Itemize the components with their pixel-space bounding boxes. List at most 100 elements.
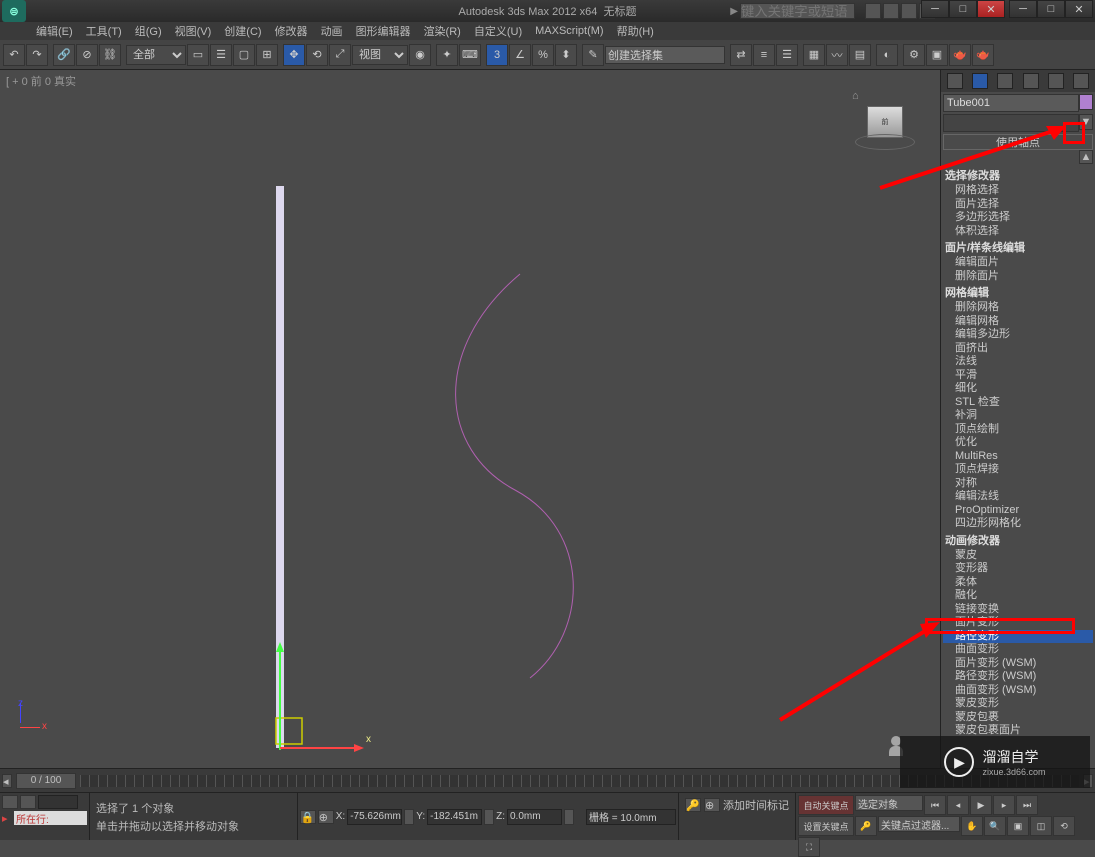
setkey-button[interactable]: 设置关键点 [798,816,854,836]
render-prod-icon[interactable]: 🫖 [949,44,971,66]
menu-customize[interactable]: 自定义(U) [468,23,528,39]
key-mode-icon[interactable]: 🔑 [855,816,877,836]
play-start-icon[interactable]: ⏮ [924,795,946,815]
modifier-item[interactable]: 链接变换 [943,603,1093,617]
select-object-icon[interactable]: ▭ [187,44,209,66]
menu-create[interactable]: 创建(C) [218,23,267,39]
coord-y-spinner[interactable] [484,809,494,825]
menu-maxscript[interactable]: MAXScript(M) [529,23,609,39]
angle-snap-icon[interactable]: ∠ [509,44,531,66]
viewcube-home-icon[interactable]: ⌂ [852,90,866,104]
modifier-item[interactable]: 顶点绘制 [943,423,1093,437]
modifier-item[interactable]: ProOptimizer [943,504,1093,518]
play-prev-icon[interactable]: ◂ [947,795,969,815]
select-region-icon[interactable]: ▢ [233,44,255,66]
keyboard-shortcut-icon[interactable]: ⌨ [459,44,481,66]
modifier-item[interactable]: 编辑网格 [943,315,1093,329]
inner-minimize-button[interactable]: ─ [1009,0,1037,18]
menu-tools[interactable]: 工具(T) [80,23,128,39]
mirror-icon[interactable]: ⇄ [730,44,752,66]
modifier-item[interactable]: 融化 [943,589,1093,603]
modifier-item[interactable]: 优化 [943,436,1093,450]
nav-zoom-icon[interactable]: 🔍 [984,816,1006,836]
tab-create[interactable] [947,73,963,89]
modifier-item[interactable]: 蒙皮 [943,549,1093,563]
select-by-name-icon[interactable]: ☰ [210,44,232,66]
modifier-item[interactable]: 路径变形 [943,630,1093,644]
modifier-item[interactable]: 平滑 [943,369,1093,383]
star-icon[interactable] [883,3,899,19]
modifier-item[interactable]: 路径变形 (WSM) [943,670,1093,684]
coord-z-value[interactable]: 0.0mm [507,809,562,825]
menu-rendering[interactable]: 渲染(R) [418,23,467,39]
modifier-item[interactable]: STL 检查 [943,396,1093,410]
modifier-item[interactable]: 顶点焊接 [943,463,1093,477]
autokey-button[interactable]: 自动关键点 [798,795,854,815]
link-icon[interactable]: 🔗 [53,44,75,66]
modifier-item[interactable]: 面片选择 [943,198,1093,212]
app-icon[interactable]: ⊜ [2,0,26,22]
play-icon[interactable]: ▶ [970,795,992,815]
modifier-item[interactable]: 多边形选择 [943,211,1093,225]
select-scale-icon[interactable]: ⤢ [329,44,351,66]
layers-icon[interactable]: ☰ [776,44,798,66]
redo-icon[interactable]: ↷ [26,44,48,66]
pivot-center-icon[interactable]: ◉ [409,44,431,66]
modifier-item[interactable]: 编辑面片 [943,256,1093,270]
play-next-icon[interactable]: ▸ [993,795,1015,815]
key-icon[interactable]: 🔑 [685,798,701,812]
modifier-item[interactable]: 面挤出 [943,342,1093,356]
modifier-categories-list[interactable]: 选择修改器网格选择面片选择多边形选择体积选择面片/样条线编辑编辑面片删除面片网格… [943,166,1093,766]
modifier-item[interactable]: 四边形网格化 [943,517,1093,531]
modifier-item[interactable]: 曲面变形 (WSM) [943,684,1093,698]
modifier-item[interactable]: 删除面片 [943,270,1093,284]
edit-named-sel-icon[interactable]: ✎ [582,44,604,66]
tab-utilities[interactable] [1073,73,1089,89]
graphite-icon[interactable]: ▦ [803,44,825,66]
modifier-item[interactable]: 编辑法线 [943,490,1093,504]
named-selection-input[interactable] [605,46,725,64]
menu-modifiers[interactable]: 修改器 [269,23,314,39]
object-color-swatch[interactable] [1079,94,1093,110]
modifier-item[interactable]: 编辑多边形 [943,328,1093,342]
bind-spacewarp-icon[interactable]: ⛓ [99,44,121,66]
modifier-item[interactable]: 变形器 [943,562,1093,576]
select-manipulate-icon[interactable]: ✦ [436,44,458,66]
ref-coord-select[interactable]: 视图 [352,45,408,65]
coord-x-value[interactable]: -75.626mm [347,809,402,825]
nav-max-icon[interactable]: ⛶ [798,837,820,857]
mini-listener[interactable] [38,795,78,809]
coord-z-spinner[interactable] [564,809,574,825]
lock-selection-icon[interactable]: 🔒 [300,810,316,824]
info-icon[interactable] [865,3,881,19]
tab-motion[interactable] [1023,73,1039,89]
inner-restore-button[interactable]: □ [1037,0,1065,18]
menu-animation[interactable]: 动画 [315,23,349,39]
spinner-snap-icon[interactable]: ⬍ [555,44,577,66]
modifier-item[interactable]: 对称 [943,477,1093,491]
minimize-button[interactable]: ─ [921,0,949,18]
key-filter-button[interactable]: 关键点过滤器... [878,816,960,832]
snap-toggle-icon[interactable]: 3 [486,44,508,66]
viewcube[interactable]: ⌂ 前 [850,88,920,158]
viewcube-ring[interactable] [855,134,915,150]
modifier-item[interactable]: 补洞 [943,409,1093,423]
align-icon[interactable]: ≡ [753,44,775,66]
maximize-button[interactable]: □ [949,0,977,18]
help-search-input[interactable] [740,3,855,19]
menu-group[interactable]: 组(G) [129,23,168,39]
coord-x-spinner[interactable] [404,809,414,825]
menu-views[interactable]: 视图(V) [169,23,218,39]
modifier-item[interactable]: 细化 [943,382,1093,396]
modifier-item[interactable]: 面片变形 (WSM) [943,657,1093,671]
stack-collapse-arrow-icon[interactable]: ▲ [1079,150,1093,164]
nav-orbit-icon[interactable]: ⟲ [1053,816,1075,836]
nav-zoom-ext-icon[interactable]: ▣ [1007,816,1029,836]
menu-help[interactable]: 帮助(H) [611,23,660,39]
rollout-use-pivot[interactable]: 使用轴点 [943,134,1093,150]
maxscript-mini-icon[interactable] [2,795,18,809]
nav-fov-icon[interactable]: ◫ [1030,816,1052,836]
time-tag-icon[interactable]: ⊕ [704,798,720,812]
select-move-icon[interactable]: ✥ [283,44,305,66]
menu-grapheditors[interactable]: 图形编辑器 [350,23,417,39]
